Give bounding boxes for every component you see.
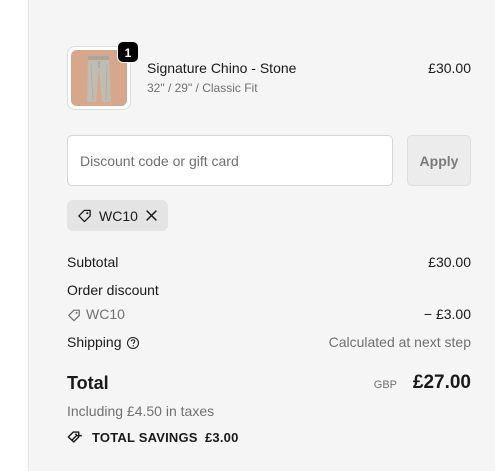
product-name: Signature Chino - Stone [147,60,297,76]
taxes-note: Including £4.50 in taxes [67,403,215,419]
order-discount-row: Order discount [67,282,471,298]
main-content-edge [0,0,29,471]
shipping-label: Shipping [67,334,122,350]
order-discount-label: Order discount [67,282,159,298]
total-currency: GBP [373,379,397,391]
total-savings-amount: £3.00 [205,430,239,445]
discount-code-label: WC10 [86,306,125,322]
discount-code-input[interactable] [67,135,393,186]
subtotal-value: £30.00 [428,254,471,270]
help-icon[interactable] [126,336,140,350]
applied-discount-chip: WC10 [67,200,168,231]
order-summary-panel: 1 Signature Chino - Stone 32" / 29" / Cl… [29,0,495,471]
shipping-row: Shipping Calculated at next step [67,334,471,350]
product-variant: 32" / 29" / Classic Fit [147,81,258,95]
product-price: £30.00 [428,60,471,76]
product-thumbnail-frame: 1 [67,41,139,110]
tag-icon [78,209,91,223]
total-amount: £27.00 [412,372,471,393]
subtotal-label: Subtotal [67,254,119,270]
applied-discount-code: WC10 [99,208,138,224]
savings-tag-icon [67,431,82,443]
subtotal-row: Subtotal £30.00 [67,254,471,270]
close-icon[interactable] [145,209,158,222]
discount-value: − £3.00 [423,306,471,322]
apply-discount-button[interactable]: Apply [407,135,471,186]
total-savings-label: TOTAL SAVINGS [92,430,198,445]
tag-icon [68,309,80,322]
shipping-value: Calculated at next step [328,334,471,350]
quantity-badge: 1 [117,41,139,63]
total-label: Total [67,373,109,393]
line-item: 1 Signature Chino - Stone 32" / 29" / Cl… [67,41,471,110]
